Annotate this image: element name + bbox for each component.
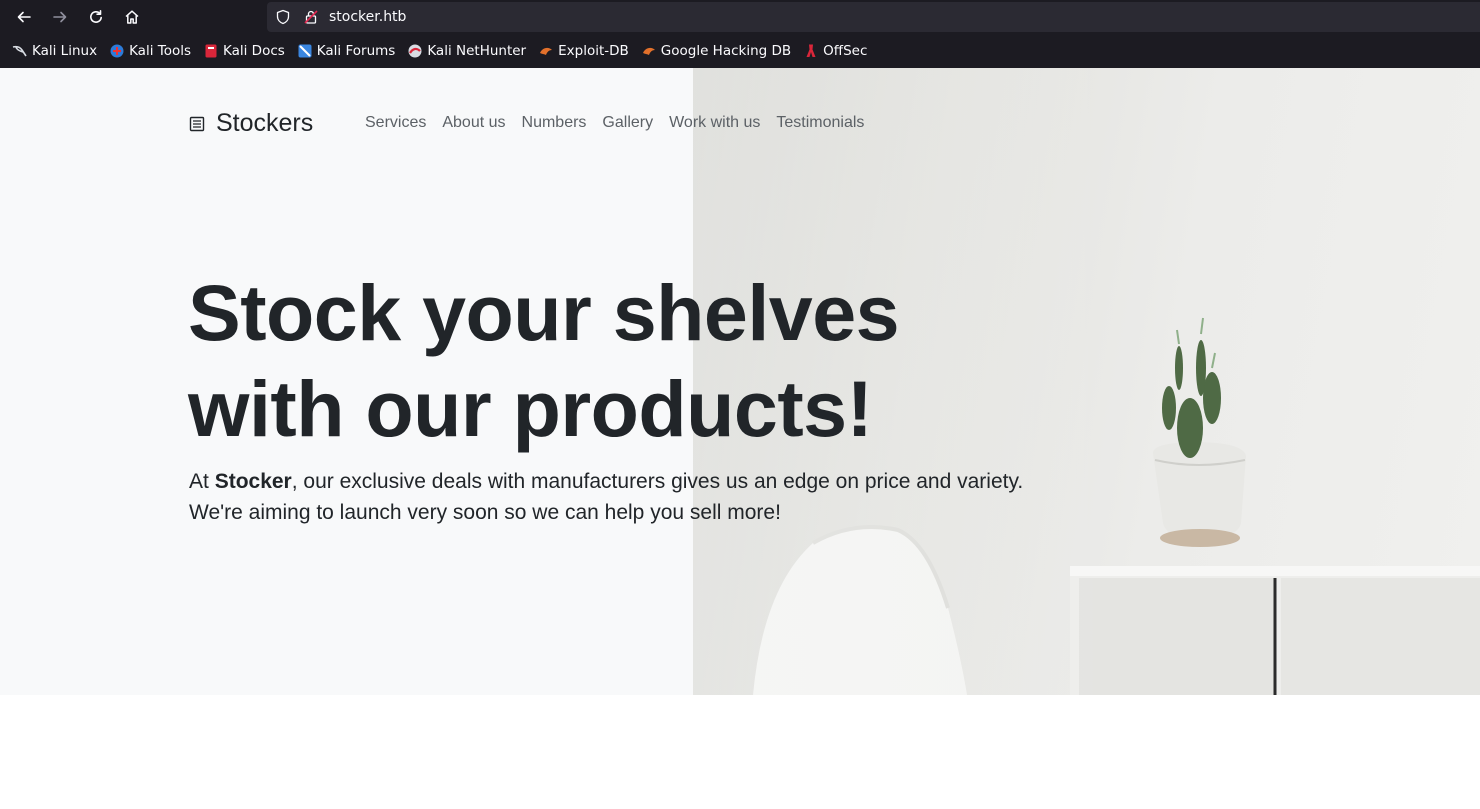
url-text[interactable]: stocker.htb: [329, 9, 406, 25]
nav-link-testimonials[interactable]: Testimonials: [768, 113, 872, 133]
bookmark-label: Kali NetHunter: [427, 43, 527, 59]
bookmark-label: Kali Docs: [223, 43, 285, 59]
nav-link-work-with-us[interactable]: Work with us: [661, 113, 768, 133]
bookmark-kali-docs[interactable]: Kali Docs: [198, 38, 290, 64]
hero-lead-text: At Stocker, our exclusive deals with man…: [189, 466, 1049, 528]
bookmark-offsec[interactable]: OffSec: [798, 38, 872, 64]
forward-arrow-icon: [53, 11, 67, 23]
nav-link-gallery[interactable]: Gallery: [594, 113, 661, 133]
logo-icon: [189, 116, 205, 131]
headline-line-1: Stock your shelves: [188, 268, 900, 357]
offsec-icon: [803, 43, 819, 59]
lead-company: Stocker: [214, 470, 292, 493]
bookmark-kali-nethunter[interactable]: Kali NetHunter: [402, 38, 531, 64]
home-button[interactable]: [114, 0, 150, 34]
bookmarks-toolbar: Kali Linux Kali Tools Kali Docs Kali For…: [0, 34, 1480, 68]
kali-forums-icon: [297, 43, 313, 59]
lead-rest: , our exclusive deals with manufacturers…: [189, 470, 1024, 524]
bookmark-label: Google Hacking DB: [660, 43, 792, 59]
ghdb-icon: [641, 43, 657, 59]
nav-link-about-us[interactable]: About us: [434, 113, 513, 133]
hero-headline: Stock your shelves with our products!: [188, 265, 1008, 457]
site-brand[interactable]: Stockers: [189, 109, 313, 138]
reload-button[interactable]: [78, 0, 114, 34]
bookmark-kali-linux[interactable]: Kali Linux: [7, 38, 102, 64]
address-bar[interactable]: stocker.htb: [267, 2, 1480, 32]
below-hero-blank: [0, 695, 1480, 809]
nav-link-numbers[interactable]: Numbers: [514, 113, 595, 133]
bookmark-label: Kali Tools: [129, 43, 191, 59]
bookmark-label: Exploit-DB: [558, 43, 629, 59]
bookmark-kali-forums[interactable]: Kali Forums: [292, 38, 401, 64]
bookmark-kali-tools[interactable]: Kali Tools: [104, 38, 196, 64]
browser-toolbar: stocker.htb: [0, 0, 1480, 34]
reload-icon: [90, 10, 102, 23]
tracking-shield-icon[interactable]: [275, 9, 291, 25]
headline-line-2: with our products!: [188, 364, 873, 453]
lead-prefix: At: [189, 470, 215, 493]
forward-button[interactable]: [42, 0, 78, 34]
nav-link-services[interactable]: Services: [357, 113, 434, 133]
kali-docs-icon: [203, 43, 219, 59]
bookmark-exploit-db[interactable]: Exploit-DB: [533, 38, 634, 64]
nav-buttons: [6, 0, 150, 34]
kali-nethunter-icon: [407, 43, 423, 59]
exploit-db-icon: [538, 43, 554, 59]
kali-dragon-icon: [12, 43, 28, 59]
bookmark-google-hacking-db[interactable]: Google Hacking DB: [636, 38, 796, 64]
hero-section: Stockers Services About us Numbers Galle…: [0, 68, 1480, 695]
insecure-lock-icon[interactable]: [303, 9, 319, 25]
bookmark-label: OffSec: [823, 43, 868, 59]
bookmark-label: Kali Linux: [32, 43, 98, 59]
brand-name: Stockers: [216, 109, 314, 137]
main-nav: Services About us Numbers Gallery Work w…: [357, 113, 872, 133]
kali-tools-icon: [109, 43, 125, 59]
back-button[interactable]: [6, 0, 42, 34]
bookmark-label: Kali Forums: [316, 43, 396, 59]
home-icon: [125, 10, 139, 24]
back-arrow-icon: [17, 11, 31, 23]
